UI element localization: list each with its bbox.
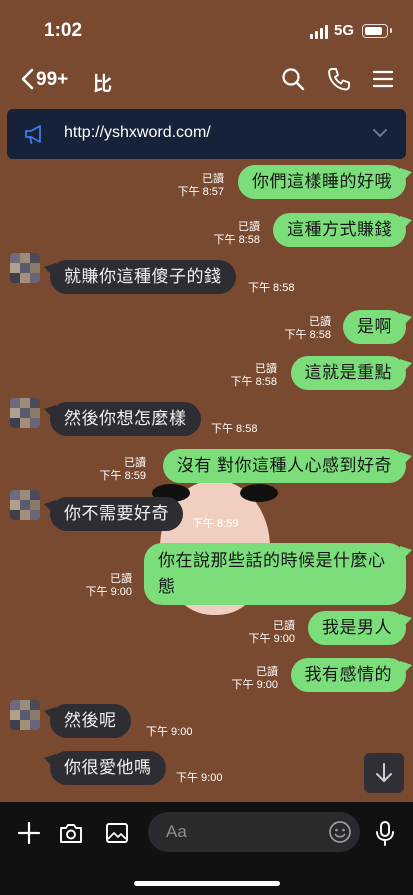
read-receipt: 已讀 (309, 316, 331, 328)
chevron-down-icon[interactable] (372, 126, 388, 140)
message-bubble-outgoing[interactable]: 是啊 (343, 310, 406, 344)
avatar[interactable] (10, 253, 40, 283)
battery-icon (362, 24, 392, 38)
message-bubble-incoming[interactable]: 你不需要好奇 (50, 497, 183, 531)
message-time: 下午 9:00 (231, 679, 278, 691)
microphone-icon[interactable] (372, 820, 398, 846)
menu-icon[interactable] (370, 66, 396, 92)
avatar[interactable] (10, 700, 40, 730)
status-bar: 1:02 5G (0, 0, 413, 56)
signal-icon (310, 25, 330, 39)
read-receipt: 已讀 (273, 620, 295, 632)
read-receipt: 已讀 (124, 457, 146, 469)
home-indicator (134, 881, 280, 886)
image-icon[interactable] (104, 820, 130, 846)
message-meta: 已讀 下午 9:00 (86, 573, 132, 599)
chat-header: 99+ 比 (0, 56, 413, 106)
status-time: 1:02 (44, 20, 83, 41)
message-bubble-incoming[interactable]: 然後呢 (50, 704, 131, 738)
arrow-down-icon (376, 763, 392, 782)
message-input-container[interactable] (148, 812, 360, 852)
phone-icon[interactable] (326, 66, 352, 92)
chat-title: 比 (93, 74, 113, 95)
message-bubble-outgoing[interactable]: 我是男人 (308, 611, 406, 645)
composer-bar (0, 802, 413, 895)
message-time: 下午 9:00 (85, 586, 132, 598)
message-time: 下午 8:58 (248, 282, 295, 294)
read-receipt: 已讀 (256, 666, 278, 678)
message-meta: 已讀 下午 9:00 (249, 620, 295, 646)
emoji-icon[interactable] (328, 820, 352, 844)
unread-count[interactable]: 99+ (36, 69, 68, 91)
read-receipt: 已讀 (202, 173, 224, 185)
message-time: 下午 8:58 (211, 423, 258, 435)
megaphone-icon (25, 125, 41, 144)
message-time: 下午 9:00 (176, 772, 223, 784)
read-receipt: 已讀 (110, 573, 132, 585)
message-meta: 已讀 下午 8:59 (100, 457, 146, 483)
message-bubble-outgoing[interactable]: 你在說那些話的時候是什麼心態 (144, 543, 406, 605)
read-receipt: 已讀 (255, 363, 277, 375)
avatar[interactable] (10, 490, 40, 520)
message-bubble-outgoing[interactable]: 你們這樣睡的好哦 (238, 165, 406, 199)
announcement-url[interactable]: http://yshxword.com/ (64, 124, 211, 142)
message-meta: 已讀 下午 9:00 (232, 666, 278, 692)
message-input[interactable] (166, 821, 316, 843)
message-time: 下午 8:58 (213, 234, 260, 246)
message-time: 下午 8:57 (177, 186, 224, 198)
message-bubble-incoming[interactable]: 你很愛他嗎 (50, 751, 166, 785)
message-bubble-outgoing[interactable]: 沒有 對你這種人心感到好奇 (162, 449, 406, 483)
announcement-bar[interactable]: http://yshxword.com/ (7, 109, 406, 159)
read-receipt: 已讀 (238, 221, 260, 233)
scroll-to-bottom-button[interactable] (364, 753, 404, 793)
message-meta: 已讀 下午 8:58 (231, 363, 277, 389)
network-type: 5G (334, 22, 355, 39)
message-meta: 已讀 下午 8:58 (214, 221, 260, 247)
message-time: 下午 8:59 (99, 470, 146, 482)
message-bubble-incoming[interactable]: 就賺你這種傻子的錢 (50, 260, 236, 294)
message-time: 下午 9:00 (146, 726, 193, 738)
message-bubble-incoming[interactable]: 然後你想怎麼樣 (50, 402, 201, 436)
search-icon[interactable] (280, 66, 306, 92)
message-bubble-outgoing[interactable]: 我有感情的 (290, 658, 406, 692)
avatar[interactable] (10, 398, 40, 428)
message-meta: 已讀 下午 8:57 (178, 173, 224, 199)
message-time: 下午 8:58 (284, 329, 331, 341)
message-bubble-outgoing[interactable]: 這就是重點 (290, 356, 406, 390)
camera-icon[interactable] (58, 820, 84, 846)
message-time: 下午 8:58 (230, 376, 277, 388)
plus-icon[interactable] (16, 820, 42, 846)
message-meta: 已讀 下午 8:58 (285, 316, 331, 342)
message-bubble-outgoing[interactable]: 這種方式賺錢 (273, 213, 406, 247)
message-time: 下午 9:00 (248, 633, 295, 645)
message-time: 下午 8:59 (192, 518, 239, 530)
